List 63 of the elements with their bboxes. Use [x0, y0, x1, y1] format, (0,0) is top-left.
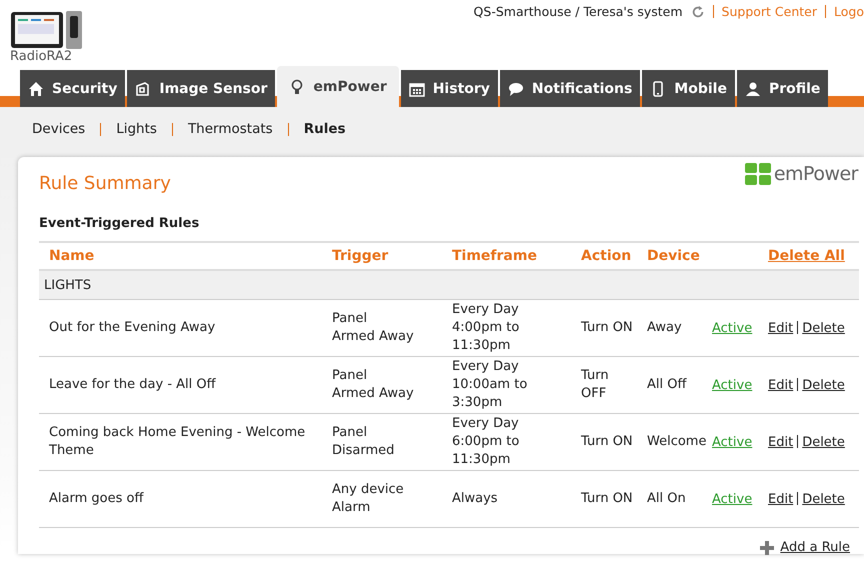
section-heading: Event-Triggered Rules: [39, 216, 200, 231]
action-cell: Turn ON: [581, 490, 633, 508]
calendar-icon: [408, 80, 425, 96]
brand-text: emPower: [774, 163, 858, 185]
status-link[interactable]: Active: [712, 434, 752, 450]
subnav-link[interactable]: Devices: [32, 121, 86, 137]
timeframe-cell: Every Day 4:00pm to 11:30pm: [452, 301, 520, 355]
edit-link[interactable]: Edit: [768, 492, 794, 506]
nav-tab[interactable]: Profile: [736, 70, 828, 107]
device-cell: Welcome: [647, 433, 706, 451]
camera-icon: [135, 80, 152, 96]
device-cell: Away: [647, 319, 682, 337]
add-rule-link[interactable]: Add a Rule: [780, 540, 850, 555]
person-icon: [744, 80, 761, 96]
delete-link[interactable]: Delete: [802, 434, 845, 450]
nav-tab[interactable]: emPower: [277, 66, 399, 107]
column-header: Device: [647, 248, 700, 264]
trigger-cell: Panel Disarmed: [332, 424, 394, 460]
edit-link[interactable]: Edit: [768, 320, 794, 336]
plus-icon: [760, 540, 774, 554]
timeframe-cell: Every Day 10:00am to 3:30pm: [452, 358, 528, 412]
subnav-link[interactable]: Lights: [116, 121, 157, 137]
refresh-icon[interactable]: [690, 4, 705, 18]
nav-tab[interactable]: Security: [20, 70, 126, 107]
trigger-cell: Any device Alarm: [332, 481, 404, 517]
timeframe-cell: Always: [452, 490, 498, 508]
action-cell: Turn ON: [581, 319, 633, 337]
delete-link[interactable]: Delete: [802, 320, 845, 336]
subnav-link[interactable]: Rules: [304, 121, 346, 137]
system-name: QS-Smarthouse / Teresa's system: [474, 4, 683, 19]
timeframe-cell: Every Day 6:00pm to 11:30pm: [452, 415, 520, 469]
group-label: LIGHTS: [44, 278, 92, 292]
brand-icon: [744, 163, 771, 185]
device-cell: All Off: [647, 376, 686, 394]
nav-tab[interactable]: Notifications: [500, 70, 640, 107]
column-header: Action: [581, 248, 632, 264]
home-icon: [28, 80, 44, 96]
rule-name: Coming back Home Evening - Welcome Theme: [49, 424, 306, 460]
chat-icon: [508, 80, 524, 96]
column-header: Name: [49, 248, 94, 264]
column-header: Timeframe: [452, 248, 537, 264]
trigger-cell: Panel Armed Away: [332, 367, 414, 403]
panel-title: Rule Summary: [39, 173, 171, 194]
nav-tab[interactable]: Mobile: [642, 70, 735, 107]
rule-name: Alarm goes off: [49, 490, 144, 508]
status-link[interactable]: Active: [712, 320, 752, 336]
edit-link[interactable]: Edit: [768, 378, 794, 392]
status-link[interactable]: Active: [712, 492, 752, 506]
edit-link[interactable]: Edit: [768, 434, 794, 450]
delete-link[interactable]: Delete: [802, 378, 845, 392]
nav-tab[interactable]: History: [400, 70, 498, 107]
rule-name: Leave for the day - All Off: [49, 376, 216, 394]
delete-link[interactable]: Delete: [802, 492, 845, 506]
subnav-link[interactable]: Thermostats: [188, 121, 273, 137]
logo-text: RadioRA2: [10, 50, 74, 64]
status-link[interactable]: Active: [712, 378, 752, 392]
trigger-cell: Panel Armed Away: [332, 310, 414, 346]
action-cell: Turn ON: [581, 433, 633, 451]
rule-name: Out for the Evening Away: [49, 319, 216, 337]
column-header: Trigger: [332, 248, 388, 264]
nav-tab[interactable]: Image Sensor: [127, 70, 276, 107]
device-cell: All On: [647, 490, 686, 508]
action-cell: Turn OFF: [581, 367, 609, 403]
